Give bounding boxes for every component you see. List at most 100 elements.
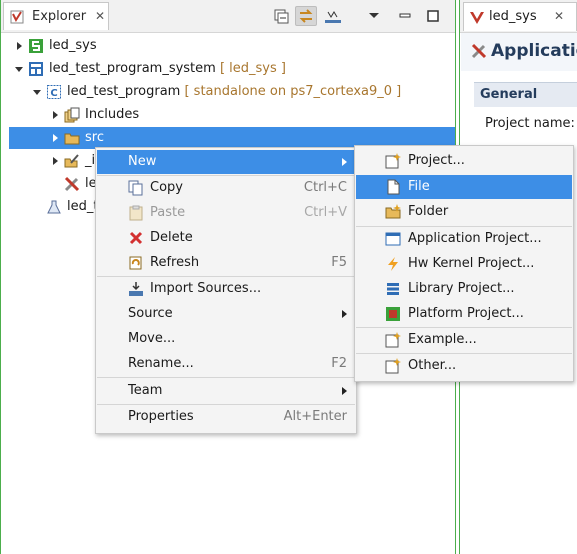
- menu-item-label: Example...: [408, 332, 477, 347]
- link-with-editor-button[interactable]: [295, 6, 317, 26]
- minimize-icon: [399, 13, 411, 18]
- menu-item-label: Copy: [150, 180, 183, 195]
- project-name-label: Project name:: [485, 116, 575, 131]
- menu-item-label: Application Project...: [408, 231, 542, 246]
- expand-arrow-icon[interactable]: [53, 157, 58, 165]
- menu-item-new[interactable]: New: [97, 150, 355, 174]
- tab-led-sys[interactable]: led_sys ✕: [463, 2, 577, 31]
- menu-item-copy[interactable]: Copy Ctrl+C: [97, 176, 355, 200]
- tree-item-led-t[interactable]: led_t: [1, 196, 99, 218]
- menu-item-label: File: [408, 179, 430, 194]
- menu-item-shortcut: Alt+Enter: [283, 409, 347, 424]
- expand-arrow-icon[interactable]: [53, 111, 58, 119]
- collapse-all-icon: [274, 9, 289, 24]
- menu-item-folder[interactable]: Folder: [356, 200, 572, 224]
- expand-arrow-icon[interactable]: [53, 134, 58, 142]
- menu-item-properties[interactable]: Properties Alt+Enter: [97, 405, 355, 429]
- collapse-arrow-icon[interactable]: [15, 67, 23, 72]
- menu-item-label: Project...: [408, 153, 465, 168]
- platform-icon: [386, 307, 400, 321]
- new-project-icon: [385, 153, 401, 169]
- tree-item-label: Includes: [85, 107, 140, 122]
- menu-item-file[interactable]: File: [356, 175, 572, 199]
- tree-item-label: _i: [85, 153, 96, 168]
- submenu-arrow-icon: [342, 387, 347, 395]
- includes-icon: [64, 107, 80, 123]
- menu-item-label: Folder: [408, 204, 449, 219]
- menu-item-label: Refresh: [150, 255, 200, 270]
- chevron-down-icon: [369, 13, 379, 18]
- menu-item-import-sources[interactable]: Import Sources...: [97, 277, 355, 301]
- tree-item-led-test-program-system[interactable]: led_test_program_system [ led_sys ]: [1, 58, 455, 80]
- editor-title: Application: [491, 41, 577, 61]
- delete-icon: [129, 231, 143, 245]
- xilinx-logo-icon: [470, 12, 484, 24]
- close-icon[interactable]: ✕: [554, 9, 564, 23]
- menu-item-paste[interactable]: Paste Ctrl+V: [97, 201, 355, 225]
- menu-item-shortcut: Ctrl+V: [304, 205, 347, 220]
- application-window-icon: [385, 232, 401, 246]
- menu-item-label: Platform Project...: [408, 306, 524, 321]
- editor-tab-bar: led_sys ✕: [460, 0, 577, 33]
- menu-item-delete[interactable]: Delete: [97, 226, 355, 250]
- tree-item-label: led_sys: [49, 38, 97, 53]
- tree-item-label: led_test_program_system [ led_sys ]: [49, 61, 286, 76]
- menu-item-application-project[interactable]: Application Project...: [356, 227, 572, 251]
- menu-item-shortcut: Ctrl+C: [303, 180, 347, 195]
- filter-button[interactable]: [322, 6, 344, 26]
- application-project-icon: C: [47, 85, 61, 99]
- menu-item-rename[interactable]: Rename... F2: [97, 352, 355, 376]
- tree-item-folder[interactable]: _i: [1, 150, 97, 172]
- maximize-button[interactable]: [422, 6, 444, 26]
- menu-item-label: Move...: [128, 331, 176, 346]
- menu-separator: [97, 377, 355, 378]
- link-with-editor-icon: [299, 9, 313, 23]
- menu-item-refresh[interactable]: Refresh F5: [97, 251, 355, 275]
- menu-item-platform-project[interactable]: Platform Project...: [356, 302, 572, 326]
- tree-item-label: led_t: [67, 199, 99, 214]
- menu-item-source[interactable]: Source: [97, 302, 355, 326]
- menu-item-hw-kernel-project[interactable]: Hw Kernel Project...: [356, 252, 572, 276]
- menu-item-example[interactable]: Example...: [356, 328, 572, 352]
- collapse-arrow-icon[interactable]: [33, 90, 41, 95]
- menu-item-team[interactable]: Team: [97, 379, 355, 403]
- menu-item-label: Properties: [128, 409, 194, 424]
- menu-item-move[interactable]: Move...: [97, 327, 355, 351]
- new-other-icon: [385, 358, 401, 374]
- tree-item-settings[interactable]: le: [1, 173, 97, 195]
- lightning-icon: [388, 257, 398, 271]
- folder-icon: [64, 133, 80, 145]
- minimize-button[interactable]: [394, 6, 416, 26]
- new-file-icon: [387, 179, 400, 195]
- menu-item-other[interactable]: Other...: [356, 354, 572, 378]
- menu-item-label: Other...: [408, 358, 457, 373]
- svg-text:C: C: [50, 88, 57, 99]
- expand-arrow-icon[interactable]: [17, 42, 22, 50]
- submenu-arrow-icon: [342, 158, 347, 166]
- copy-icon: [128, 180, 143, 196]
- menu-item-library-project[interactable]: Library Project...: [356, 277, 572, 301]
- general-section[interactable]: General: [474, 82, 577, 107]
- refresh-icon: [129, 256, 142, 270]
- tools-icon: [64, 176, 80, 192]
- tab-explorer[interactable]: Explorer ✕: [3, 2, 109, 30]
- new-folder-icon: [385, 204, 401, 219]
- menu-item-label: New: [128, 154, 157, 169]
- tools-icon: [471, 43, 487, 59]
- menu-item-project[interactable]: Project...: [356, 149, 572, 173]
- maximize-icon: [427, 10, 439, 22]
- system-project-icon: [29, 62, 43, 76]
- menu-item-label: Import Sources...: [150, 281, 262, 296]
- hardware-platform-icon: [29, 39, 43, 53]
- collapse-all-button[interactable]: [270, 6, 292, 26]
- view-menu-button[interactable]: [363, 6, 385, 26]
- close-icon[interactable]: ✕: [95, 9, 105, 23]
- tree-item-label: src: [85, 130, 104, 145]
- menu-item-label: Paste: [150, 205, 186, 220]
- folder-edit-icon: [64, 154, 79, 168]
- tree-item-includes[interactable]: Includes: [1, 104, 455, 126]
- menu-item-label: Source: [128, 306, 173, 321]
- tree-item-led-test-program[interactable]: C led_test_program [ standalone on ps7_c…: [1, 81, 455, 103]
- tree-item-led-sys[interactable]: led_sys: [1, 35, 455, 57]
- tab-explorer-label: Explorer: [32, 9, 87, 24]
